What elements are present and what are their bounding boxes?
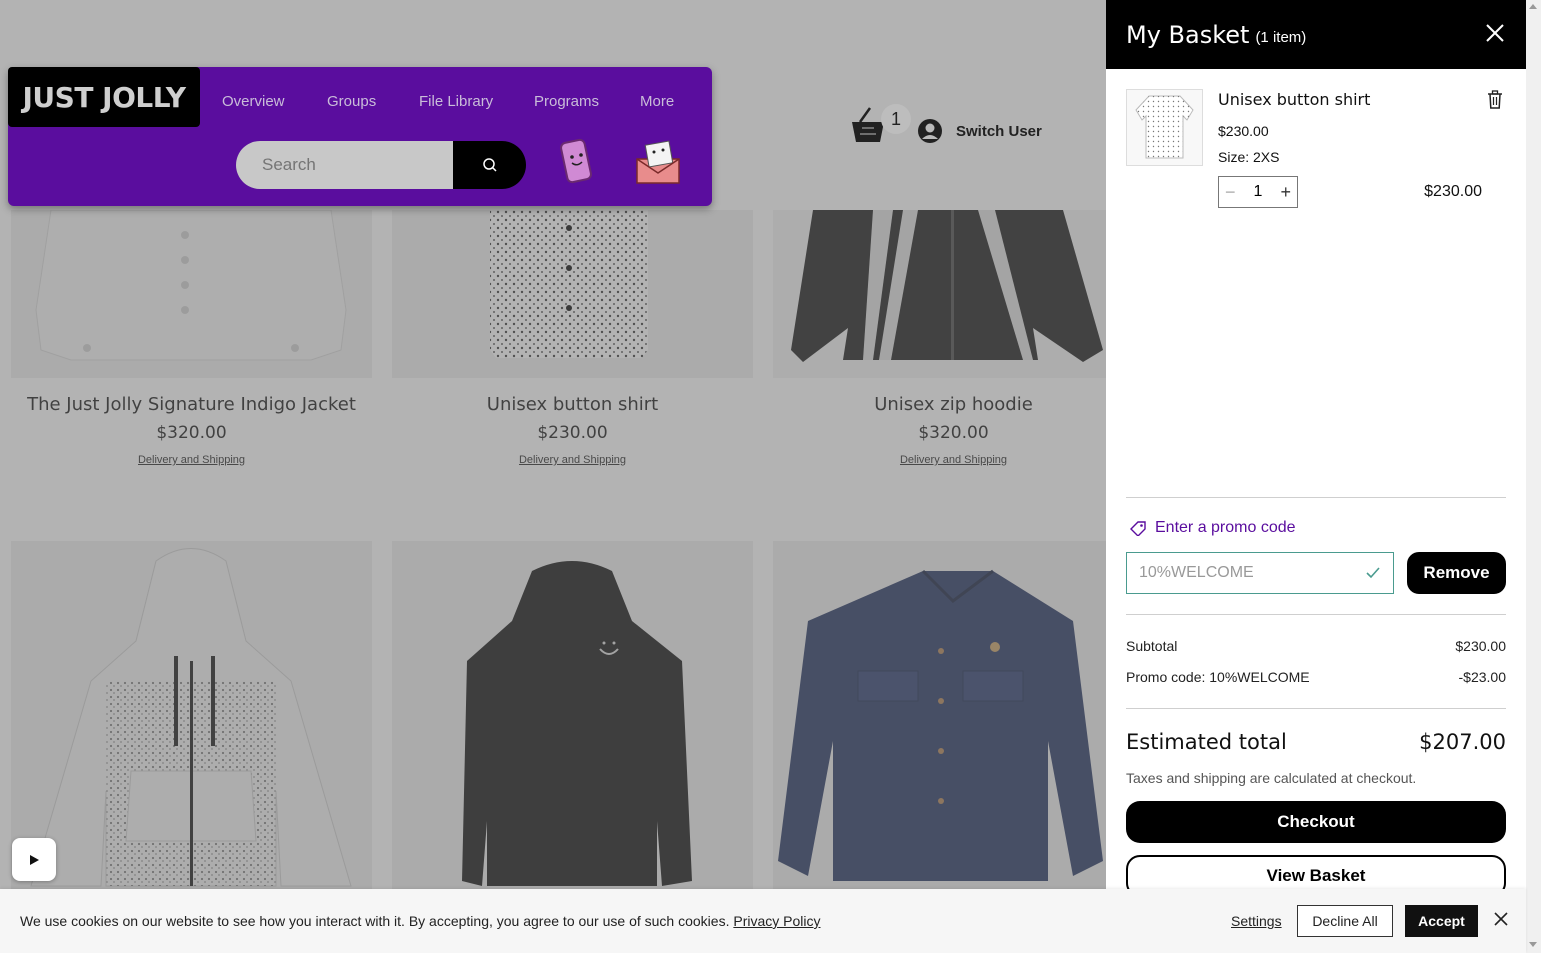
estimated-total-label: Estimated total <box>1126 730 1287 754</box>
subtotal-row: Subtotal $230.00 <box>1126 638 1506 654</box>
remove-item-button[interactable] <box>1487 90 1503 114</box>
promo-discount-value: -$23.00 <box>1458 669 1506 685</box>
divider <box>1126 614 1506 615</box>
basket-item-total: $230.00 <box>1424 183 1482 200</box>
tax-note: Taxes and shipping are calculated at che… <box>1126 770 1417 786</box>
cart-button[interactable] <box>850 104 886 149</box>
product-title[interactable]: Unisex button shirt <box>392 394 753 415</box>
product-price: $230.00 <box>537 423 608 443</box>
decline-all-button[interactable]: Decline All <box>1297 905 1393 937</box>
quantity-stepper: − 1 + <box>1218 176 1298 208</box>
basket-item-size: Size: 2XS <box>1218 149 1280 165</box>
site-header: JUST JOLLY Overview Groups File Library … <box>8 67 712 206</box>
basket-title: My Basket <box>1126 20 1250 49</box>
close-icon <box>1494 912 1508 926</box>
checkout-button[interactable]: Checkout <box>1126 801 1506 843</box>
nav-programs[interactable]: Programs <box>534 93 599 110</box>
basket-panel: My Basket (1 item) Unisex button shirt $… <box>1106 0 1526 953</box>
trash-icon <box>1488 90 1502 109</box>
subtotal-value: $230.00 <box>1455 638 1506 654</box>
decrease-quantity-button[interactable]: − <box>1225 182 1236 203</box>
switch-user-button[interactable]: Switch User <box>917 118 1042 144</box>
basket-item-price: $230.00 <box>1218 123 1269 139</box>
delivery-link[interactable]: Delivery and Shipping <box>773 454 1106 466</box>
phone-mascot-icon[interactable] <box>556 137 598 192</box>
quantity-value[interactable]: 1 <box>1254 183 1263 201</box>
cookie-settings-link[interactable]: Settings <box>1231 913 1282 929</box>
nav-overview[interactable]: Overview <box>222 93 285 110</box>
divider <box>1126 497 1506 498</box>
nav-more[interactable]: More <box>640 93 674 110</box>
scroll-down-arrow[interactable] <box>1529 942 1537 947</box>
tag-icon <box>1130 521 1146 536</box>
cart-count-badge: 1 <box>881 104 911 134</box>
close-cookie-banner-button[interactable] <box>1494 912 1508 931</box>
promo-discount-row: Promo code: 10%WELCOME -$23.00 <box>1126 669 1506 685</box>
scroll-up-arrow[interactable] <box>1529 4 1537 9</box>
nav-file-library[interactable]: File Library <box>419 93 493 110</box>
product-title[interactable]: Unisex zip hoodie <box>773 394 1106 415</box>
accept-button[interactable]: Accept <box>1405 905 1478 937</box>
switch-user-label: Switch User <box>956 122 1042 140</box>
privacy-policy-link[interactable]: Privacy Policy <box>733 913 820 929</box>
scrollbar[interactable] <box>1526 0 1541 953</box>
promo-discount-label: Promo code: 10%WELCOME <box>1126 669 1310 685</box>
close-icon <box>1486 24 1504 42</box>
play-button[interactable] <box>12 838 56 881</box>
close-basket-button[interactable] <box>1486 24 1504 47</box>
divider <box>1126 708 1506 709</box>
search-icon <box>482 158 497 172</box>
envelope-mascot-icon[interactable] <box>633 137 683 192</box>
basket-icon <box>852 107 884 142</box>
search-input[interactable] <box>236 141 453 189</box>
search-button[interactable] <box>453 141 526 189</box>
user-avatar-icon <box>918 119 942 143</box>
product-title[interactable]: The Just Jolly Signature Indigo Jacket <box>11 394 372 415</box>
delivery-link[interactable]: Delivery and Shipping <box>392 454 753 466</box>
basket-item-name[interactable]: Unisex button shirt <box>1218 90 1370 109</box>
product-image-button-shirt[interactable] <box>392 210 753 378</box>
subtotal-label: Subtotal <box>1126 638 1178 654</box>
remove-promo-button[interactable]: Remove <box>1407 552 1506 594</box>
site-logo[interactable]: JUST JOLLY <box>8 67 200 127</box>
basket-item-count: (1 item) <box>1255 28 1307 46</box>
promo-code-field[interactable]: 10%WELCOME <box>1126 552 1394 594</box>
promo-code-toggle[interactable]: Enter a promo code <box>1130 519 1296 537</box>
nav-groups[interactable]: Groups <box>327 93 376 110</box>
estimated-total-value: $207.00 <box>1419 730 1506 754</box>
product-price: $320.00 <box>156 423 227 443</box>
cookie-text: We use cookies on our website to see how… <box>20 913 730 929</box>
play-icon <box>30 854 39 865</box>
product-image-indigo-jacket[interactable] <box>11 209 372 378</box>
search-bar <box>236 141 526 189</box>
basket-header: My Basket (1 item) <box>1106 0 1526 69</box>
product-image-zip-hoodie[interactable] <box>773 210 1106 378</box>
check-icon <box>1366 567 1380 579</box>
cookie-message: We use cookies on our website to see how… <box>20 913 821 929</box>
estimated-total-row: Estimated total $207.00 <box>1126 730 1506 754</box>
basket-item-thumbnail[interactable] <box>1126 89 1203 166</box>
promo-code-label: Enter a promo code <box>1155 519 1296 536</box>
increase-quantity-button[interactable]: + <box>1280 182 1291 203</box>
product-price: $320.00 <box>918 423 989 443</box>
promo-code-value: 10%WELCOME <box>1139 564 1254 581</box>
delivery-link[interactable]: Delivery and Shipping <box>11 454 372 466</box>
cookie-banner: We use cookies on our website to see how… <box>0 889 1526 953</box>
